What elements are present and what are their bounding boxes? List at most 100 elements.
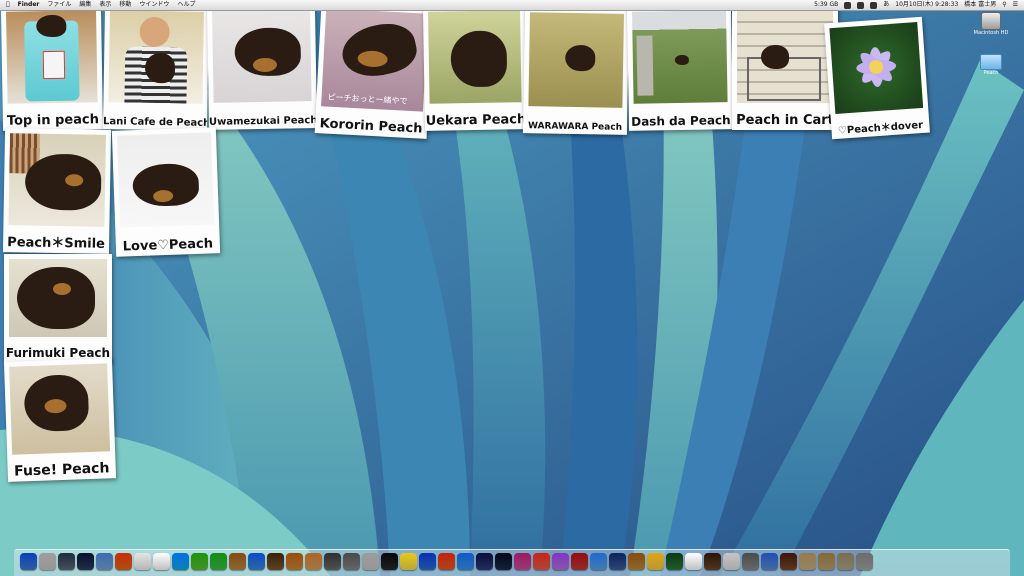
bluetooth-icon[interactable]: [870, 2, 878, 9]
script-icon[interactable]: [267, 553, 284, 570]
macintosh-hd-icon[interactable]: Macintosh HD: [961, 12, 1021, 36]
music-icon[interactable]: [476, 553, 493, 570]
itunes-icon[interactable]: [419, 553, 436, 570]
photo-icon[interactable]: [305, 553, 322, 570]
photo: [737, 11, 833, 103]
menu-view[interactable]: 表示: [99, 0, 111, 10]
menu-go[interactable]: 移動: [119, 0, 131, 10]
user-name[interactable]: 橋本 富士男: [964, 0, 996, 10]
polaroid-dash-da-peach[interactable]: Dash da Peach: [626, 5, 734, 131]
font-icon[interactable]: [723, 553, 740, 570]
polaroid-caption: Uekara Peach: [425, 112, 527, 129]
desktop[interactable]:  Finder ファイル 編集 表示 移動 ウインドウ ヘルプ 5:39 GB…: [0, 0, 1024, 576]
world-icon[interactable]: [609, 553, 626, 570]
polaroid-caption: Dash da Peach: [631, 113, 731, 129]
trash-icon[interactable]: [856, 553, 873, 570]
folder-icon[interactable]: [799, 553, 816, 570]
garageband-icon[interactable]: [438, 553, 455, 570]
dog-icon[interactable]: [780, 553, 797, 570]
dashboard-icon[interactable]: [77, 553, 94, 570]
battery-status[interactable]: 5:39 GB: [814, 0, 838, 10]
photo-overlay-text: ピーチおっとー緒やで: [327, 92, 408, 106]
calendar-icon[interactable]: [134, 553, 151, 570]
finder-2-icon[interactable]: [685, 553, 702, 570]
polaroid-warawara-peach[interactable]: WARAWARA Peach: [522, 7, 630, 135]
polaroid-caption: Peach＊Smile: [7, 235, 106, 252]
polaroid-top-in-peach[interactable]: Top in peach: [0, 5, 104, 131]
record-icon[interactable]: [571, 553, 588, 570]
polaroid-caption: Kororin Peach: [319, 116, 423, 137]
polaroid-lani-cafe-de-peach[interactable]: Lani Cafe de Peach: [102, 5, 210, 131]
photos-icon[interactable]: [514, 553, 531, 570]
hard-drive-icon: [981, 12, 1001, 30]
book-icon[interactable]: [229, 553, 246, 570]
menu-edit[interactable]: 編集: [79, 0, 91, 10]
spotlight-icon[interactable]: ⚲: [1002, 0, 1006, 10]
polaroid-peach-dover[interactable]: ♡Peach＊dover: [824, 16, 930, 140]
notification-center-icon[interactable]: ☰: [1013, 0, 1018, 10]
dock-items: [20, 553, 873, 570]
quicktime-icon[interactable]: [495, 553, 512, 570]
polaroid-kororin-peach[interactable]: ピーチおっとー緒やで Kororin Peach: [314, 3, 434, 139]
polaroid-furimuki-peach[interactable]: Furimuki Peach: [4, 254, 112, 362]
calculator-icon[interactable]: [362, 553, 379, 570]
photo: ピーチおっとー緒やで: [321, 8, 429, 112]
polaroid-fuse-peach[interactable]: Fuse! Peach: [3, 358, 117, 482]
chess-icon[interactable]: [704, 553, 721, 570]
polaroid-caption: WARAWARA Peach: [527, 121, 623, 133]
photo-booth-icon[interactable]: [324, 553, 341, 570]
polaroid-uekara-peach[interactable]: Uekara Peach: [422, 5, 528, 131]
contacts-icon[interactable]: [628, 553, 645, 570]
desktop-icon-label: Macintosh HD: [973, 30, 1009, 36]
menu-file[interactable]: ファイル: [47, 0, 71, 10]
bird-icon[interactable]: [590, 553, 607, 570]
time-machine-icon[interactable]: [666, 553, 683, 570]
polaroid-caption: Fuse! Peach: [13, 460, 110, 480]
photo: [8, 133, 106, 227]
polaroid-peach-smile[interactable]: Peach＊Smile: [2, 128, 112, 254]
messages-icon[interactable]: [191, 553, 208, 570]
polaroid-caption: Top in peach: [6, 112, 100, 129]
polaroid-love-peach[interactable]: Love♡Peach: [111, 127, 221, 257]
mission-control-icon[interactable]: [58, 553, 75, 570]
polaroid-uwamezukai-peach[interactable]: Uwamezukai Peach: [206, 4, 318, 130]
photo: [108, 10, 204, 104]
dvd-icon[interactable]: [381, 553, 398, 570]
launchpad-icon[interactable]: [39, 553, 56, 570]
downloads-icon[interactable]: [818, 553, 835, 570]
skype-icon[interactable]: [172, 553, 189, 570]
volume-icon[interactable]: [857, 2, 865, 9]
guitar-icon[interactable]: [286, 553, 303, 570]
input-method[interactable]: あ: [883, 0, 889, 10]
apple-menu-icon[interactable]: : [6, 0, 10, 10]
app-menu[interactable]: Finder: [18, 0, 40, 10]
firefox-icon[interactable]: [115, 553, 132, 570]
menu-bar:  Finder ファイル 編集 表示 移動 ウインドウ ヘルプ 5:39 GB…: [0, 0, 1024, 11]
settings-icon[interactable]: [742, 553, 759, 570]
finder-icon[interactable]: [20, 553, 37, 570]
app-store-icon[interactable]: [457, 553, 474, 570]
menu-window[interactable]: ウインドウ: [139, 0, 169, 10]
polaroid-caption: Uwamezukai Peach: [208, 115, 318, 128]
desktop-icon-label: Peach: [983, 70, 999, 76]
safari-icon[interactable]: [248, 553, 265, 570]
stickies-icon[interactable]: [400, 553, 417, 570]
polaroid-caption: Peach in Cart: [736, 113, 834, 128]
polaroid-peach-in-cart[interactable]: Peach in Cart: [732, 6, 838, 130]
photo: [428, 10, 522, 104]
preview-icon[interactable]: [96, 553, 113, 570]
flower-icon[interactable]: [552, 553, 569, 570]
clock[interactable]: 10月10日(木) 9:28:33: [895, 0, 958, 10]
camera-icon[interactable]: [343, 553, 360, 570]
peach-folder-icon[interactable]: Peach: [961, 52, 1021, 76]
wifi-icon[interactable]: [844, 2, 852, 9]
line-icon[interactable]: [210, 553, 227, 570]
menu-help[interactable]: ヘルプ: [177, 0, 195, 10]
documents-icon[interactable]: [837, 553, 854, 570]
textedit-icon[interactable]: [153, 553, 170, 570]
photo: [212, 9, 312, 103]
iphoto-icon[interactable]: [533, 553, 550, 570]
photo: [9, 259, 107, 337]
puzzle-icon[interactable]: [761, 553, 778, 570]
notes-icon[interactable]: [647, 553, 664, 570]
